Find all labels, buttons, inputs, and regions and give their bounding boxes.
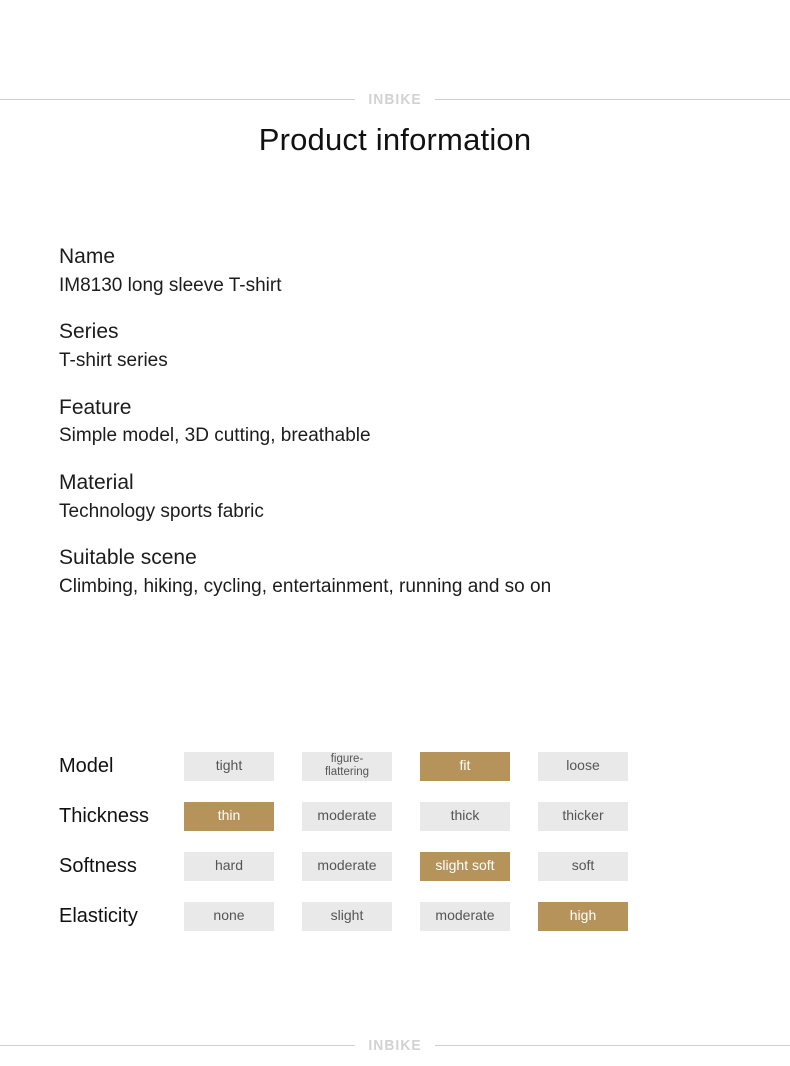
attribute-label-softness: Softness — [59, 855, 137, 877]
attribute-label-model: Model — [59, 755, 114, 777]
footer-brand-divider: INBIKE — [0, 1038, 790, 1053]
spec-value-feature: Simple model, 3D cutting, breathable — [59, 425, 371, 447]
chip-elasticity-slight[interactable]: slight — [302, 901, 392, 931]
chip-elasticity-high[interactable]: high — [538, 901, 628, 931]
chip-softness-hard[interactable]: hard — [184, 851, 274, 881]
spec-block-feature: Feature Simple model, 3D cutting, breath… — [59, 394, 739, 449]
spec-value-suitable-scene: Climbing, hiking, cycling, entertainment… — [59, 576, 552, 598]
chip-thickness-thick[interactable]: thick — [420, 801, 510, 831]
chip-model-figure-flattering[interactable]: figure- flattering — [302, 751, 392, 781]
chip-model-tight[interactable]: tight — [184, 751, 274, 781]
attribute-table: Model tight figure- flattering fit loose… — [59, 741, 759, 941]
attribute-options-elasticity: none slight moderate high — [184, 901, 759, 931]
spec-value-series: T-shirt series — [59, 350, 168, 372]
header-brand-label: INBIKE — [368, 91, 422, 108]
footer-rule-right — [435, 1045, 790, 1046]
spec-block-suitable-scene: Suitable scene Climbing, hiking, cycling… — [59, 544, 739, 599]
spec-label-material: Material — [59, 471, 134, 495]
chip-model-fit[interactable]: fit — [420, 751, 510, 781]
header-rule-right — [435, 99, 790, 100]
attribute-options-thickness: thin moderate thick thicker — [184, 801, 759, 831]
spec-block-series: Series T-shirt series — [59, 318, 739, 373]
attribute-label-elasticity: Elasticity — [59, 905, 138, 927]
spec-label-name: Name — [59, 245, 116, 268]
spec-block-name: Name IM8130 long sleeve T-shirt — [59, 243, 739, 298]
header-rule-left — [0, 99, 355, 100]
product-spec-list: Name IM8130 long sleeve T-shirt Series T… — [59, 243, 739, 600]
chip-model-loose[interactable]: loose — [538, 751, 628, 781]
attribute-options-softness: hard moderate slight soft soft — [184, 851, 759, 881]
attribute-row-softness: Softness hard moderate slight soft soft — [59, 841, 759, 891]
spec-label-feature: Feature — [59, 395, 132, 419]
chip-thickness-moderate[interactable]: moderate — [302, 801, 392, 831]
attribute-row-model: Model tight figure- flattering fit loose — [59, 741, 759, 791]
spec-value-name: IM8130 long sleeve T-shirt — [59, 274, 282, 296]
chip-softness-soft[interactable]: soft — [538, 851, 628, 881]
chip-softness-slight-soft[interactable]: slight soft — [420, 851, 510, 881]
chip-elasticity-moderate[interactable]: moderate — [420, 901, 510, 931]
attribute-row-thickness: Thickness thin moderate thick thicker — [59, 791, 759, 841]
spec-block-material: Material Technology sports fabric — [59, 469, 739, 524]
spec-label-series: Series — [59, 320, 119, 344]
chip-thickness-thin[interactable]: thin — [184, 801, 274, 831]
attribute-label-thickness: Thickness — [59, 805, 150, 827]
chip-softness-moderate[interactable]: moderate — [302, 851, 392, 881]
chip-thickness-thicker[interactable]: thicker — [538, 801, 628, 831]
attribute-row-elasticity: Elasticity none slight moderate high — [59, 891, 759, 941]
spec-value-material: Technology sports fabric — [59, 500, 264, 522]
spec-label-suitable-scene: Suitable scene — [59, 546, 197, 570]
footer-rule-left — [0, 1045, 355, 1046]
footer-brand-label: INBIKE — [368, 1037, 422, 1054]
header-brand-divider: INBIKE — [0, 92, 790, 107]
attribute-options-model: tight figure- flattering fit loose — [184, 751, 759, 781]
page-title: Product information — [258, 122, 532, 157]
chip-elasticity-none[interactable]: none — [184, 901, 274, 931]
